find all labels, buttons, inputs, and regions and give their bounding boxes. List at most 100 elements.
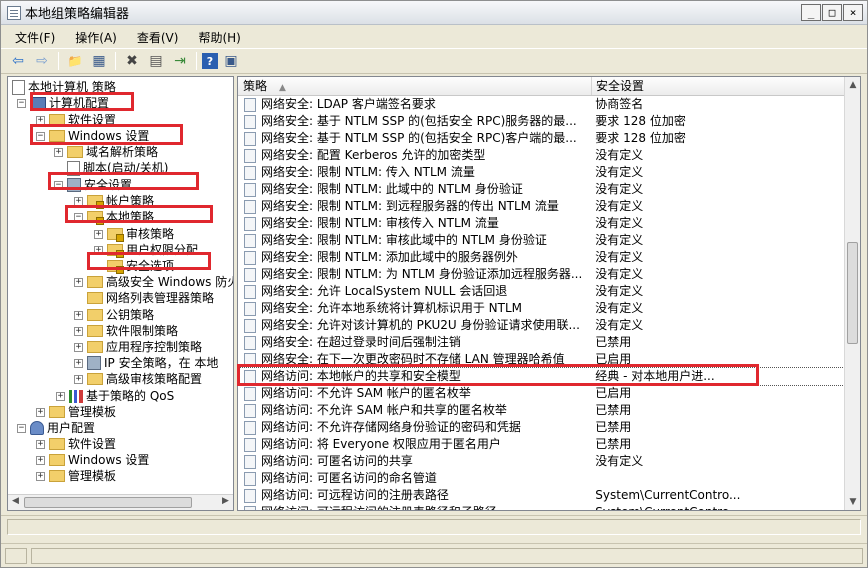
script-icon [67, 160, 80, 176]
expand-icon[interactable]: + [74, 326, 83, 336]
policy-row[interactable]: 网络安全: 在超过登录时间后强制注销 已禁用 [238, 334, 844, 351]
tree-node[interactable]: − Windows 设置 [36, 128, 149, 144]
expand-icon[interactable]: + [74, 196, 83, 206]
tree-node[interactable]: + 帐户策略 [74, 193, 154, 209]
policy-row[interactable]: 网络访问: 不允许存储网络身份验证的密码和凭据 已禁用 [238, 419, 844, 436]
expand-icon[interactable]: + [36, 407, 45, 417]
tree-node[interactable]: + 高级安全 Windows 防火 [74, 274, 233, 290]
minimize-button[interactable]: _ [801, 4, 821, 21]
expand-icon[interactable]: + [74, 374, 83, 384]
properties-icon[interactable]: ▤ [145, 51, 167, 71]
policy-row[interactable]: 网络安全: 允许对该计算机的 PKU2U 身份验证请求使用联... 没有定义 [238, 317, 844, 334]
collapse-icon[interactable]: − [74, 212, 83, 222]
collapse-icon[interactable]: − [17, 98, 26, 108]
column-header-setting[interactable]: 安全设置 [592, 77, 644, 95]
tree-node[interactable]: − 用户配置 [17, 420, 95, 436]
policy-row[interactable]: 网络安全: 限制 NTLM: 审核此域中的 NTLM 身份验证 没有定义 [238, 232, 844, 249]
scroll-up-icon[interactable]: ▲ [845, 77, 860, 93]
scroll-down-icon[interactable]: ▼ [845, 494, 860, 510]
forward-arrow-icon[interactable]: ⇨ [31, 51, 53, 71]
policy-row[interactable]: 网络安全: 允许本地系统将计算机标识用于 NTLM 没有定义 [238, 300, 844, 317]
tree-node[interactable]: + 软件设置 [36, 112, 116, 128]
export-list-icon[interactable]: ⇥ [169, 51, 191, 71]
show-hide-tree-icon[interactable]: ▦ [88, 51, 110, 71]
column-header-policy[interactable]: 策略 ▲ [238, 77, 592, 95]
expand-icon[interactable]: + [54, 147, 63, 157]
tree-node[interactable]: + 基于策略的 QoS [56, 388, 174, 404]
tree-node[interactable]: + 管理模板 [36, 468, 116, 484]
tree-node[interactable]: 本地计算机 策略 [12, 79, 116, 95]
expand-icon[interactable]: + [36, 455, 45, 465]
policy-row[interactable]: 网络访问: 可匿名访问的命名管道 [238, 470, 844, 487]
policy-row[interactable]: 网络访问: 可匿名访问的共享 没有定义 [238, 453, 844, 470]
tree-node[interactable]: + Windows 设置 [36, 452, 149, 468]
tree-node[interactable]: − 本地策略 [74, 209, 154, 225]
tree-node[interactable]: + 软件限制策略 [74, 323, 178, 339]
tree-node[interactable]: − 安全设置 [54, 177, 132, 193]
console-icon[interactable]: ▣ [220, 51, 242, 71]
maximize-button[interactable]: □ [822, 4, 842, 21]
list-vertical-scrollbar[interactable]: ▲ ▼ [844, 77, 860, 510]
tree-node[interactable]: + IP 安全策略，在 本地 [74, 355, 218, 371]
back-arrow-icon[interactable]: ⇦ [7, 51, 29, 71]
scrollbar-thumb[interactable] [847, 242, 858, 344]
policy-row[interactable]: 网络安全: 允许 LocalSystem NULL 会话回退 没有定义 [238, 283, 844, 300]
policy-row[interactable]: 网络访问: 不允许 SAM 帐户和共享的匿名枚举 已禁用 [238, 402, 844, 419]
scrollbar-thumb[interactable] [24, 497, 192, 508]
tree-node[interactable]: + 应用程序控制策略 [74, 339, 202, 355]
policy-row[interactable]: 网络安全: 限制 NTLM: 传入 NTLM 流量 没有定义 [238, 164, 844, 181]
tree-node[interactable]: 网络列表管理器策略 [74, 290, 214, 306]
expand-icon[interactable]: + [94, 229, 103, 239]
policy-row[interactable]: 网络安全: 限制 NTLM: 此域中的 NTLM 身份验证 没有定义 [238, 181, 844, 198]
policy-row[interactable]: 网络安全: 在下一次更改密码时不存储 LAN 管理器哈希值 已启用 [238, 351, 844, 368]
scroll-right-icon[interactable]: ▶ [218, 496, 233, 509]
up-folder-icon[interactable]: 📁 [64, 51, 86, 71]
close-button[interactable]: × [843, 4, 863, 21]
policy-row[interactable]: 网络访问: 可远程访问的注册表路径 System\CurrentContro... [238, 487, 844, 504]
policy-row[interactable]: 网络安全: 基于 NTLM SSP 的(包括安全 RPC)服务器的最... 要求 … [238, 113, 844, 130]
menu-help[interactable]: 帮助(H) [188, 29, 250, 46]
policy-setting: 已启用 [595, 352, 632, 366]
tree-node[interactable]: + 管理模板 [36, 404, 116, 420]
expand-icon[interactable]: + [36, 471, 45, 481]
collapse-icon[interactable]: − [17, 423, 26, 433]
tree-horizontal-scrollbar[interactable]: ◀ ▶ [8, 494, 233, 510]
tree-node[interactable]: + 高级审核策略配置 [74, 371, 202, 387]
policy-row[interactable]: 网络安全: 限制 NTLM: 添加此域中的服务器例外 没有定义 [238, 249, 844, 266]
expand-icon[interactable]: + [36, 115, 45, 125]
policy-row[interactable]: 网络安全: 基于 NTLM SSP 的(包括安全 RPC)客户端的最... 要求 … [238, 130, 844, 147]
delete-icon[interactable]: ✖ [121, 51, 143, 71]
policy-row[interactable]: 网络访问: 本地帐户的共享和安全模型 经典 - 对本地用户进... [238, 367, 844, 386]
collapse-icon[interactable]: − [36, 131, 45, 141]
tree-node[interactable]: + 用户权限分配 [94, 242, 198, 258]
expand-icon[interactable]: + [36, 439, 45, 449]
policy-row[interactable]: 网络访问: 不允许 SAM 帐户的匿名枚举 已启用 [238, 385, 844, 402]
tree-node[interactable]: + 公钥策略 [74, 307, 154, 323]
policy-row[interactable]: 网络访问: 将 Everyone 权限应用于匿名用户 已禁用 [238, 436, 844, 453]
expand-icon[interactable]: + [94, 245, 103, 255]
tree-node[interactable]: − 计算机配置 [17, 95, 109, 111]
policy-row[interactable]: 网络安全: 限制 NTLM: 到远程服务器的传出 NTLM 流量 没有定义 [238, 198, 844, 215]
policy-row[interactable]: 网络访问: 可远程访问的注册表路径和子路径System\CurrentContr… [238, 504, 844, 510]
scroll-left-icon[interactable]: ◀ [8, 496, 23, 509]
collapse-icon[interactable]: − [54, 180, 63, 190]
menu-action[interactable]: 操作(A) [65, 29, 127, 46]
policy-row[interactable]: 网络安全: 限制 NTLM: 为 NTLM 身份验证添加远程服务器... 没有定义 [238, 266, 844, 283]
tree-node[interactable]: 安全选项 [94, 258, 174, 274]
policy-row[interactable]: 网络安全: 配置 Kerberos 允许的加密类型 没有定义 [238, 147, 844, 164]
policy-row[interactable]: 网络安全: LDAP 客户端签名要求 协商签名 [238, 96, 844, 113]
tree-node[interactable]: 脚本(启动/关机) [54, 160, 168, 176]
expand-icon[interactable]: + [74, 277, 83, 287]
expand-icon[interactable]: + [74, 310, 83, 320]
expand-icon[interactable]: + [74, 342, 83, 352]
menu-file[interactable]: 文件(F) [5, 29, 65, 46]
tree-node[interactable]: + 审核策略 [94, 226, 174, 242]
policy-row[interactable]: 网络安全: 限制 NTLM: 审核传入 NTLM 流量 没有定义 [238, 215, 844, 232]
menu-view[interactable]: 查看(V) [127, 29, 189, 46]
expand-icon[interactable]: + [74, 358, 83, 368]
tree-node[interactable]: + 域名解析策略 [54, 144, 158, 160]
expand-icon[interactable]: + [56, 391, 65, 401]
tree-node[interactable]: + 软件设置 [36, 436, 116, 452]
folder-lock-icon [107, 244, 124, 258]
help-icon[interactable]: ? [202, 53, 218, 69]
